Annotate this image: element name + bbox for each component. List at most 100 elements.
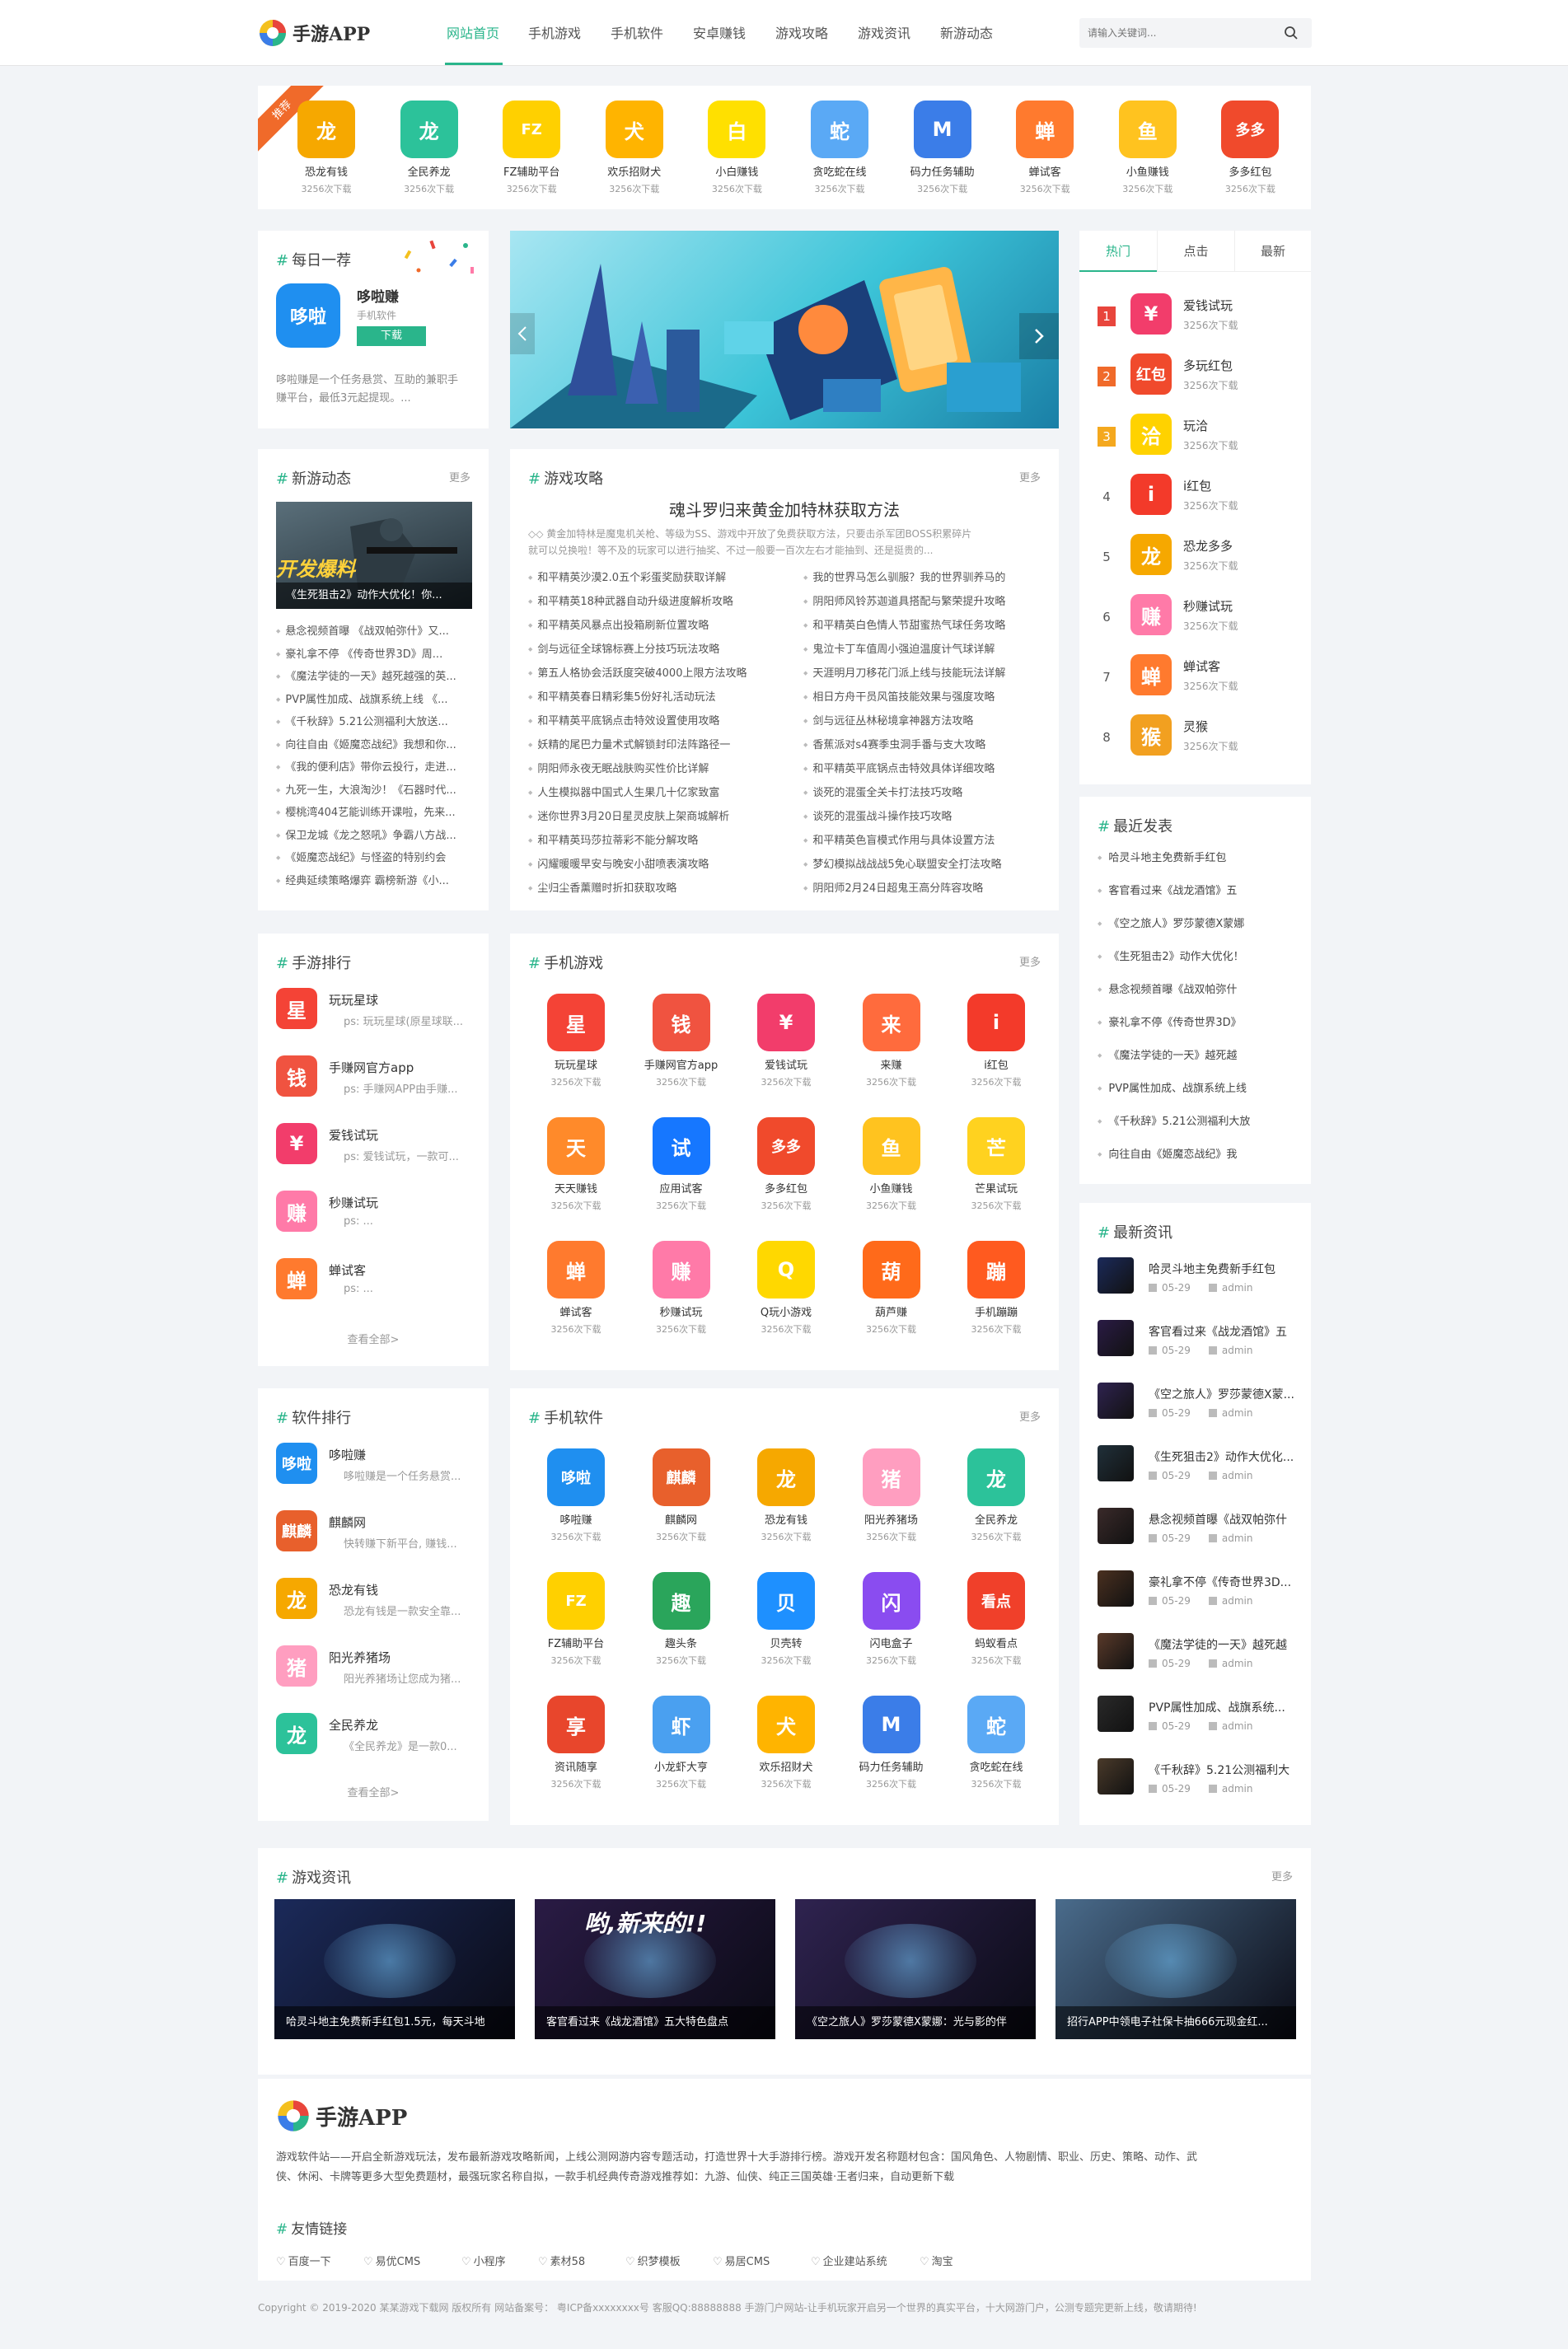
software-rank-item[interactable]: 龙 全民养龙 《全民养龙》是一款0...: [276, 1713, 498, 1771]
grid-app-icon[interactable]: 葫: [862, 1241, 920, 1299]
guide-item[interactable]: 剑与远征全球锦标赛上分技巧玩法攻略: [528, 640, 800, 656]
featured-app[interactable]: 白小白赚钱 3256次下载: [691, 101, 782, 195]
guide-item[interactable]: 阴阳师永夜无眠战肤购买性价比详解: [528, 760, 800, 775]
friend-link[interactable]: ♡ 织梦模板: [625, 2253, 681, 2268]
new-game-item[interactable]: PVP属性加成、战旗系统上线 《...: [276, 690, 478, 706]
guide-item[interactable]: 第五人格协会活跃度突破4000上限方法攻略: [528, 664, 800, 680]
banner-next-button[interactable]: [1019, 313, 1059, 359]
rank-app-icon[interactable]: 猪: [276, 1645, 317, 1687]
latest-news-thumbnail[interactable]: [1098, 1445, 1134, 1481]
tab-clicks[interactable]: 点击: [1157, 231, 1234, 272]
recent-post-item[interactable]: 悬念视频首曝《战双帕弥什: [1098, 980, 1304, 996]
mobile-software-item[interactable]: M 码力任务辅助 3256次下载: [846, 1696, 937, 1790]
game-ranking-view-all[interactable]: 查看全部>: [258, 1331, 489, 1346]
grid-app-icon[interactable]: 鱼: [862, 1117, 920, 1175]
mobile-games-more-link[interactable]: 更多: [1019, 953, 1041, 969]
latest-news-item[interactable]: 豪礼拿不停《传奇世界3D... 05-29 admin: [1098, 1570, 1312, 1623]
recent-post-item[interactable]: 《空之旅人》罗莎蒙德X蒙娜: [1098, 915, 1304, 930]
game-rank-item[interactable]: ¥ 爱钱试玩 ps: 爱钱试玩，一款可...: [276, 1123, 498, 1181]
guide-item[interactable]: 鬼泣卡丁车值周小强迫温度计气球详解: [803, 640, 1075, 656]
hot-app-icon[interactable]: 猴: [1130, 714, 1172, 756]
game-guides-more-link[interactable]: 更多: [1019, 469, 1041, 484]
guide-item[interactable]: 和平精英玛莎拉蒂彩不能分解攻略: [528, 831, 800, 847]
mobile-game-item[interactable]: 鱼小鱼赚钱 3256次下载: [846, 1117, 937, 1212]
game-rank-item[interactable]: 赚 秒赚试玩 ps: ...: [276, 1191, 498, 1248]
rank-app-icon[interactable]: 哆啦: [276, 1443, 317, 1484]
grid-app-icon[interactable]: 钱: [652, 994, 710, 1051]
mobile-game-item[interactable]: i i红包 3256次下载: [951, 994, 1041, 1088]
hot-app-icon[interactable]: 蝉: [1130, 654, 1172, 695]
featured-app[interactable]: 犬欢乐招财犬 3256次下载: [589, 101, 680, 195]
mobile-software-item[interactable]: 蛇贪吃蛇在线 3256次下载: [951, 1696, 1041, 1790]
mobile-game-item[interactable]: 来来赚 3256次下载: [846, 994, 937, 1088]
recent-post-item[interactable]: 向往自由《姬魔恋战纪》我: [1098, 1145, 1304, 1161]
hot-item[interactable]: 1 ¥ 爱钱试玩 3256次下载: [1098, 293, 1312, 343]
featured-app[interactable]: 龙全民养龙 3256次下载: [384, 101, 475, 195]
featured-app[interactable]: 龙恐龙有钱 3256次下载: [281, 101, 372, 195]
guide-item[interactable]: 和平精英春日精彩集5份好礼活动玩法: [528, 688, 800, 704]
game-rank-item[interactable]: 蝉 蝉试客 ps: ...: [276, 1258, 498, 1316]
featured-app-icon[interactable]: 犬: [605, 101, 663, 158]
grid-app-icon[interactable]: 享: [547, 1696, 605, 1753]
mobile-software-item[interactable]: 龙恐龙有钱 3256次下载: [741, 1448, 831, 1543]
grid-app-icon[interactable]: 多多: [757, 1117, 815, 1175]
hot-item[interactable]: 8 猴 灵猴 3256次下载: [1098, 714, 1312, 764]
latest-news-item[interactable]: 客官看过来《战龙酒馆》五 05-29 admin: [1098, 1320, 1312, 1373]
mobile-software-item[interactable]: 麒麟 麒麟网 3256次下载: [636, 1448, 727, 1543]
daily-download-button[interactable]: 下载: [357, 326, 426, 346]
mobile-software-more-link[interactable]: 更多: [1019, 1408, 1041, 1424]
mobile-game-item[interactable]: 星玩玩星球 3256次下载: [531, 994, 621, 1088]
latest-news-thumbnail[interactable]: [1098, 1570, 1134, 1607]
grid-app-icon[interactable]: ¥: [757, 994, 815, 1051]
guide-item[interactable]: 和平精英风暴点出投箱刷新位置攻略: [528, 616, 800, 632]
mobile-software-item[interactable]: 享资讯随享 3256次下载: [531, 1696, 621, 1790]
software-rank-item[interactable]: 龙 恐龙有钱 恐龙有钱是一款安全靠...: [276, 1578, 498, 1635]
latest-news-item[interactable]: 悬念视频首曝《战双帕弥什 05-29 admin: [1098, 1508, 1312, 1561]
game-news-more-link[interactable]: 更多: [1271, 1868, 1293, 1883]
mobile-game-item[interactable]: 钱手赚网官方app 3256次下载: [636, 994, 727, 1088]
mobile-software-item[interactable]: 闪闪电盒子 3256次下载: [846, 1572, 937, 1667]
search-input[interactable]: [1088, 23, 1269, 43]
latest-news-item[interactable]: 《生死狙击2》动作大优化... 05-29 admin: [1098, 1445, 1312, 1498]
featured-app[interactable]: FZ FZ辅助平台 3256次下载: [486, 101, 577, 195]
daily-app-name[interactable]: 哆啦赚: [357, 285, 399, 306]
recent-post-item[interactable]: 哈灵斗地主免费新手红包: [1098, 849, 1304, 864]
rank-app-icon[interactable]: 星: [276, 988, 317, 1029]
guide-item[interactable]: 谈死的混蛋全关卡打法技巧攻略: [803, 784, 1075, 799]
friend-link[interactable]: ♡ 素材58: [538, 2253, 585, 2268]
mobile-software-item[interactable]: 哆啦 哆啦赚 3256次下载: [531, 1448, 621, 1543]
recent-post-item[interactable]: 《魔法学徒的一天》越死越: [1098, 1046, 1304, 1062]
grid-app-icon[interactable]: 看点: [967, 1572, 1025, 1630]
mobile-software-item[interactable]: 虾小龙虾大亨 3256次下载: [636, 1696, 727, 1790]
grid-app-icon[interactable]: 星: [547, 994, 605, 1051]
mobile-game-item[interactable]: 蹦手机蹦蹦 3256次下载: [951, 1241, 1041, 1336]
guide-item[interactable]: 阴阳师风铃苏迦道具搭配与繁荣提升攻略: [803, 592, 1075, 608]
recent-post-item[interactable]: 《生死狙击2》动作大优化！: [1098, 948, 1304, 963]
recent-post-item[interactable]: 《千秋辞》5.21公测福利大放: [1098, 1112, 1304, 1128]
hot-app-icon[interactable]: 洽: [1130, 414, 1172, 455]
mobile-game-item[interactable]: ¥ 爱钱试玩 3256次下载: [741, 994, 831, 1088]
featured-app-icon[interactable]: FZ: [503, 101, 561, 158]
grid-app-icon[interactable]: 芒: [967, 1117, 1025, 1175]
grid-app-icon[interactable]: i: [967, 994, 1025, 1051]
grid-app-icon[interactable]: 试: [652, 1117, 710, 1175]
new-games-more-link[interactable]: 更多: [449, 469, 470, 484]
mobile-software-item[interactable]: 趣趣头条 3256次下载: [636, 1572, 727, 1667]
new-game-item[interactable]: 九死一生，大浪淘沙！《石器时代...: [276, 781, 478, 797]
guide-item[interactable]: 和平精英色盲模式作用与具体设置方法: [803, 831, 1075, 847]
rank-app-icon[interactable]: 蝉: [276, 1258, 317, 1299]
guide-item[interactable]: 梦幻模拟战战战5免心联盟安全打法攻略: [803, 855, 1075, 871]
friend-link[interactable]: ♡ 淘宝: [920, 2253, 953, 2268]
featured-app-icon[interactable]: 龙: [400, 101, 458, 158]
guide-item[interactable]: 和平精英平底锅点击特效设置使用攻略: [528, 712, 800, 728]
guide-item[interactable]: 剑与远征丛林秘境拿神器方法攻略: [803, 712, 1075, 728]
banner-prev-button[interactable]: [510, 313, 535, 354]
rank-app-icon[interactable]: ¥: [276, 1123, 317, 1164]
grid-app-icon[interactable]: 哆啦: [547, 1448, 605, 1506]
software-ranking-view-all[interactable]: 查看全部>: [258, 1784, 489, 1799]
grid-app-icon[interactable]: 趣: [652, 1572, 710, 1630]
game-news-card[interactable]: 哟,新来的!! 客官看过来《战龙酒馆》五大特色盘点: [535, 1899, 775, 2039]
mobile-game-item[interactable]: 多多 多多红包 3256次下载: [741, 1117, 831, 1212]
latest-news-thumbnail[interactable]: [1098, 1257, 1134, 1294]
rank-app-icon[interactable]: 赚: [276, 1191, 317, 1232]
